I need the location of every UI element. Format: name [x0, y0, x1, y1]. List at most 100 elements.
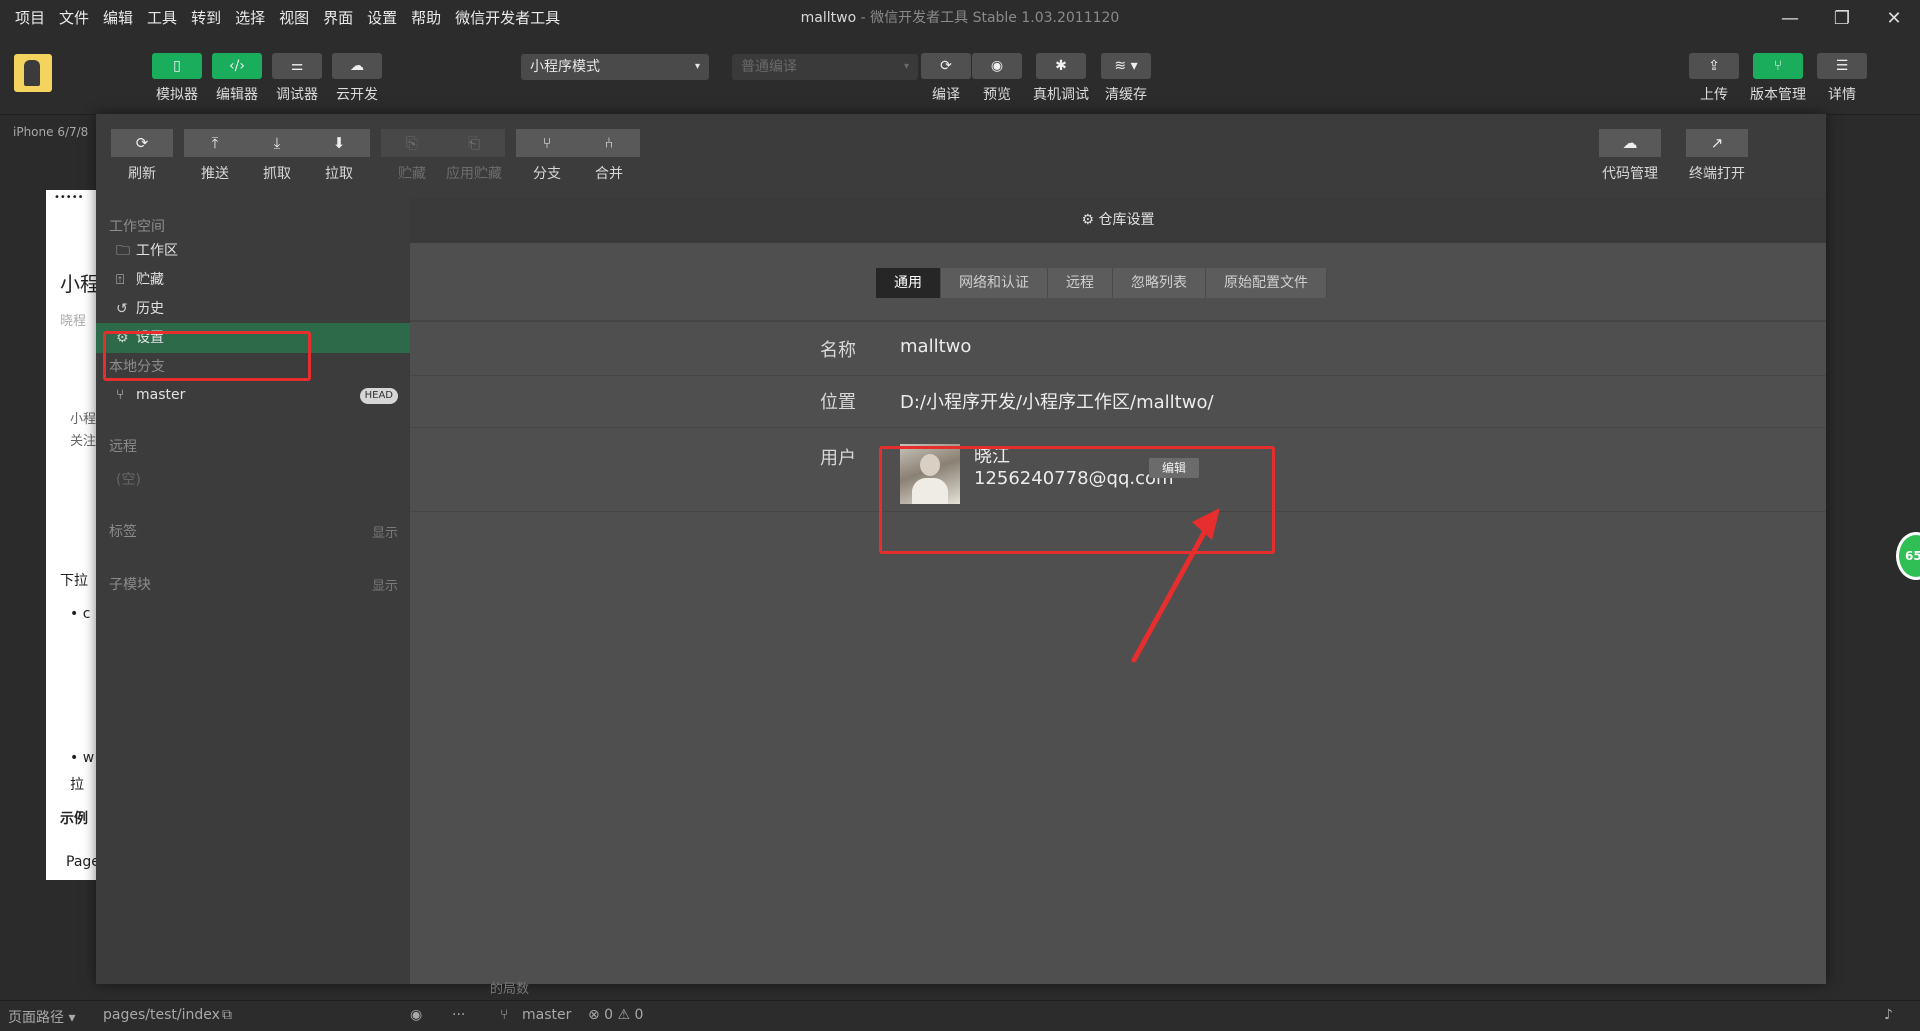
code-icon: ‹/›: [212, 53, 262, 79]
error-warning-count[interactable]: ⊗ 0 ⚠ 0: [588, 1007, 643, 1023]
phone-text: Page: [66, 854, 100, 870]
name-row: 名称 malltwo: [410, 321, 1826, 376]
close-window-button[interactable]: ✕: [1868, 0, 1920, 37]
main-toolbar: ▯ 模拟器 ‹/› 编辑器 ⚌ 调试器 ☁ 云开发 小程序模式 普通编译 ⟳ 编…: [0, 37, 1920, 115]
details-label: 详情: [1828, 87, 1856, 103]
mode-select[interactable]: 小程序模式: [521, 54, 709, 80]
history-icon: ↺: [116, 301, 128, 317]
menu-settings[interactable]: 设置: [360, 0, 404, 37]
workspace-section-title: 工作空间: [109, 219, 165, 235]
cloud-dev-button[interactable]: ☁ 云开发: [329, 53, 385, 104]
sidebar-item-history[interactable]: ↺ 历史: [96, 294, 410, 324]
menu-help[interactable]: 帮助: [404, 0, 448, 37]
submodule-show-toggle[interactable]: 显示: [372, 575, 398, 594]
git-apply-stash-button[interactable]: ⎗ 应用贮藏: [443, 129, 505, 183]
upload-button[interactable]: ⇪ 上传: [1686, 53, 1742, 104]
open-terminal-label: 终端打开: [1689, 166, 1745, 182]
compile-mode-select[interactable]: 普通编译: [732, 54, 918, 80]
tab-ignore-list[interactable]: 忽略列表: [1113, 268, 1206, 298]
phone-text: 晓程: [60, 314, 87, 329]
menu-goto[interactable]: 转到: [184, 0, 228, 37]
tab-network-auth[interactable]: 网络和认证: [941, 268, 1048, 298]
branch-name: master: [136, 387, 186, 403]
tags-show-toggle[interactable]: 显示: [372, 522, 398, 541]
sidebar-item-settings[interactable]: ⚙ 设置: [96, 323, 410, 353]
floating-score-badge[interactable]: 65: [1896, 532, 1920, 580]
sidebar-item-stash[interactable]: ⍐ 贮藏: [96, 265, 410, 295]
menu-edit[interactable]: 编辑: [96, 0, 140, 37]
page-path-dropdown[interactable]: 页面路径 ▾: [8, 1007, 75, 1027]
cloud-sync-icon: ☁: [1599, 129, 1661, 157]
status-branch[interactable]: master: [522, 1007, 571, 1023]
menu-view[interactable]: 视图: [272, 0, 316, 37]
git-toolbar: ⟳ 刷新 ⤒ 推送 ⤓ 抓取 ⬇ 拉取 ⎘ 贮藏 ⎗ 应用贮藏 ⑂ 分支 ⑃ 合: [96, 114, 1826, 198]
debugger-button[interactable]: ⚌ 调试器: [269, 53, 325, 104]
git-sidebar: 工作空间 🗀 工作区 ⍐ 贮藏 ↺ 历史 ⚙ 设置 本地分支 ⑂ master HEAD …: [96, 198, 410, 984]
menu-icon: ☰: [1817, 53, 1867, 79]
editor-label: 编辑器: [216, 87, 258, 103]
version-management-label: 版本管理: [1750, 87, 1806, 103]
open-terminal-button[interactable]: ↗ 终端打开: [1686, 129, 1748, 183]
cloud-dev-label: 云开发: [336, 87, 378, 103]
project-avatar[interactable]: [14, 54, 52, 92]
more-icon[interactable]: ···: [452, 1007, 465, 1023]
folder-icon: 🗀: [116, 243, 130, 259]
editor-button[interactable]: ‹/› 编辑器: [209, 53, 265, 104]
simulator-label: 模拟器: [156, 87, 198, 103]
minimize-button[interactable]: —: [1764, 0, 1816, 37]
gear-icon: ⚙: [1081, 212, 1099, 228]
phone-text: • c: [70, 606, 91, 622]
menu-tools[interactable]: 工具: [140, 0, 184, 37]
head-badge: HEAD: [359, 388, 398, 404]
user-row: 用户 晓江 1256240778@qq.com 编辑: [410, 428, 1826, 512]
clear-cache-label: 清缓存: [1105, 87, 1147, 103]
eye-icon[interactable]: ◉: [410, 1007, 422, 1023]
git-merge-label: 合并: [595, 166, 623, 182]
simulator-button[interactable]: ▯ 模拟器: [149, 53, 205, 104]
user-name: 晓江: [974, 446, 1010, 467]
menu-wechat-devtools[interactable]: 微信开发者工具: [448, 0, 567, 37]
user-label: 用户: [820, 448, 856, 469]
menu-interface[interactable]: 界面: [316, 0, 360, 37]
refresh-icon: ⟳: [921, 53, 971, 79]
submodule-section-title: 子模块: [109, 577, 151, 593]
menu-project[interactable]: 项目: [8, 0, 52, 37]
tab-general[interactable]: 通用: [876, 268, 941, 298]
version-management-button[interactable]: ⑂ 版本管理: [1750, 53, 1806, 104]
hidden-panel-text: 的局数: [490, 982, 530, 997]
user-avatar: [900, 444, 960, 504]
preview-button[interactable]: ◉ 预览: [969, 53, 1025, 104]
compile-label: 编译: [932, 87, 960, 103]
git-fetch-button[interactable]: ⤓ 抓取: [246, 129, 308, 183]
sidebar-item-workspace[interactable]: 🗀 工作区: [96, 236, 410, 266]
git-refresh-button[interactable]: ⟳ 刷新: [111, 129, 173, 183]
maximize-button[interactable]: ❐: [1816, 0, 1868, 37]
copy-icon[interactable]: ⧉: [222, 1007, 232, 1023]
code-management-button[interactable]: ☁ 代码管理: [1599, 129, 1661, 183]
tab-remote[interactable]: 远程: [1048, 268, 1113, 298]
git-fetch-label: 抓取: [263, 166, 291, 182]
menu-file[interactable]: 文件: [52, 0, 96, 37]
clear-cache-button[interactable]: ≋ ▾ 清缓存: [1098, 53, 1154, 104]
git-push-button[interactable]: ⤒ 推送: [184, 129, 246, 183]
tab-raw-config[interactable]: 原始配置文件: [1206, 268, 1327, 298]
edit-user-button[interactable]: 编辑: [1149, 458, 1199, 478]
menu-select[interactable]: 选择: [228, 0, 272, 37]
git-pull-button[interactable]: ⬇ 拉取: [308, 129, 370, 183]
phone-text: 小程: [60, 272, 100, 296]
git-branch-button[interactable]: ⑂ 分支: [516, 129, 578, 183]
compile-button[interactable]: ⟳ 编译: [918, 53, 974, 104]
status-bar: 页面路径 ▾ pages/test/index ⧉ ◉ ··· ⑂ master…: [0, 1000, 1920, 1031]
git-merge-button[interactable]: ⑃ 合并: [578, 129, 640, 183]
phone-text: 下拉: [60, 573, 88, 589]
details-button[interactable]: ☰ 详情: [1814, 53, 1870, 104]
sidebar-item-label: 设置: [136, 330, 164, 346]
branch-item-master[interactable]: ⑂ master HEAD: [96, 380, 410, 410]
git-stash-button[interactable]: ⎘ 贮藏: [381, 129, 443, 183]
device-selector[interactable]: iPhone 6/7/8: [13, 125, 88, 139]
bell-icon[interactable]: ♪: [1884, 1007, 1893, 1023]
merge-icon: ⑃: [578, 129, 640, 157]
local-branch-section-title: 本地分支: [109, 359, 165, 375]
real-device-debug-button[interactable]: ✱ 真机调试: [1033, 53, 1089, 104]
remote-section-title: 远程: [109, 439, 137, 455]
